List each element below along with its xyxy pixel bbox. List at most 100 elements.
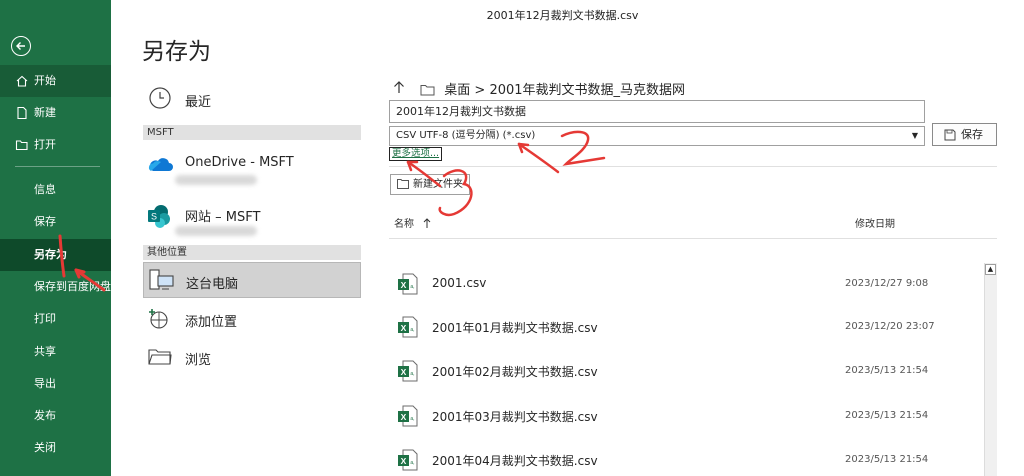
sidebar-item-home[interactable]: 开始 xyxy=(0,65,111,97)
location-this-pc[interactable]: 这台电脑 xyxy=(143,262,361,298)
new-folder-label: 新建文件夹 xyxy=(413,179,463,190)
svg-text:X: X xyxy=(401,456,407,466)
breadcrumb-folder-icon xyxy=(420,85,435,96)
location-browse[interactable]: 浏览 xyxy=(143,339,361,375)
file-list-scrollbar[interactable] xyxy=(984,263,997,476)
new-folder-button[interactable]: 新建文件夹 xyxy=(390,174,470,195)
location-onedrive[interactable]: OneDrive - MSFT xyxy=(143,145,361,191)
sort-ascending-icon xyxy=(423,218,431,228)
excel-csv-file-icon: Xa, xyxy=(398,360,418,382)
home-icon xyxy=(16,75,28,87)
clock-icon xyxy=(149,87,171,109)
sidebar-item-label: 信息 xyxy=(34,183,56,196)
blurred-account xyxy=(175,175,257,185)
sidebar-item-export[interactable]: 导出 xyxy=(0,368,111,400)
excel-csv-file-icon: Xa, xyxy=(398,273,418,295)
file-date: 2023/5/13 21:54 xyxy=(845,365,929,376)
list-item[interactable]: Xa, 2001年04月裁判文书数据.csv 2023/5/13 21:54 xyxy=(389,439,983,476)
annotation-arrow-2 xyxy=(517,142,560,174)
svg-text:X: X xyxy=(401,367,407,377)
svg-text:X: X xyxy=(401,412,407,422)
divider xyxy=(389,238,997,239)
svg-text:a,: a, xyxy=(410,371,414,377)
location-label: OneDrive - MSFT xyxy=(185,155,294,170)
save-icon xyxy=(944,129,956,141)
location-label: 最近 xyxy=(185,95,212,110)
location-recent[interactable]: 最近 xyxy=(143,81,361,117)
list-item[interactable]: Xa, 2001年01月裁判文书数据.csv 2023/12/20 23:07 xyxy=(389,306,983,346)
sidebar-item-label: 发布 xyxy=(34,409,56,422)
column-header-name[interactable]: 名称 xyxy=(394,215,431,230)
sidebar-item-share[interactable]: 共享 xyxy=(0,336,111,368)
more-options-link[interactable]: 更多选项... xyxy=(389,147,443,161)
sidebar-item-label: 打印 xyxy=(34,312,56,325)
sidebar-item-open[interactable]: 打开 xyxy=(0,129,111,161)
sidebar-item-save[interactable]: 保存 xyxy=(0,206,111,238)
location-add-place[interactable]: 添加位置 xyxy=(143,301,361,337)
file-name: 2001年02月裁判文书数据.csv xyxy=(432,365,598,379)
excel-csv-file-icon: Xa, xyxy=(398,405,418,427)
location-label: 添加位置 xyxy=(185,315,238,330)
file-name: 2001年01月裁判文书数据.csv xyxy=(432,321,598,335)
divider xyxy=(389,166,997,167)
list-item[interactable]: Xa, 2001年03月裁判文书数据.csv 2023/5/13 21:54 xyxy=(389,395,983,435)
computer-icon xyxy=(149,269,174,290)
sidebar-item-label: 共享 xyxy=(34,345,56,358)
sidebar-item-save-to-baidu[interactable]: 保存到百度网盘 xyxy=(0,271,111,303)
up-arrow-icon[interactable] xyxy=(392,81,406,94)
save-button[interactable]: 保存 xyxy=(932,123,997,146)
sidebar-item-label: 导出 xyxy=(34,377,56,390)
sidebar-item-close[interactable]: 关闭 xyxy=(0,432,111,464)
excel-csv-file-icon: Xa, xyxy=(398,316,418,338)
add-globe-icon xyxy=(149,309,168,329)
new-document-icon xyxy=(17,106,27,120)
location-sites[interactable]: S 网站 – MSFT xyxy=(143,196,361,242)
column-name-label: 名称 xyxy=(394,219,414,230)
filename-input[interactable]: 2001年12月裁判文书数据 xyxy=(389,100,925,123)
location-group-msft: MSFT xyxy=(143,125,361,140)
list-item[interactable]: Xa, 2001.csv 2023/12/27 9:08 xyxy=(389,263,983,303)
breadcrumb[interactable]: 桌面 > 2001年裁判文书数据_马克数据网 xyxy=(392,79,685,98)
sidebar-item-label: 开始 xyxy=(34,74,56,87)
sidebar-item-publish[interactable]: 发布 xyxy=(0,400,111,432)
svg-text:S: S xyxy=(151,212,157,222)
column-header-modified[interactable]: 修改日期 xyxy=(855,215,895,230)
scroll-up-arrow-icon[interactable]: ▲ xyxy=(985,264,996,275)
backstage-sidebar: 开始 新建 打开 信息 保存 另存为 保存到百度网盘 打印 共享 导出 发布 关… xyxy=(0,0,111,476)
svg-text:a,: a, xyxy=(410,327,414,333)
file-name: 2001年04月裁判文书数据.csv xyxy=(432,454,598,468)
file-date: 2023/5/13 21:54 xyxy=(845,410,929,421)
sidebar-item-label: 另存为 xyxy=(34,248,67,261)
new-folder-icon xyxy=(397,179,409,189)
breadcrumb-path[interactable]: 桌面 > 2001年裁判文书数据_马克数据网 xyxy=(444,83,685,98)
svg-text:X: X xyxy=(401,323,407,333)
open-folder-icon xyxy=(15,140,28,151)
svg-text:a,: a, xyxy=(410,284,414,290)
file-date: 2023/12/27 9:08 xyxy=(845,278,929,289)
back-arrow-icon xyxy=(16,42,25,50)
excel-csv-file-icon: Xa, xyxy=(398,449,418,471)
svg-text:a,: a, xyxy=(410,460,414,466)
location-label: 浏览 xyxy=(185,353,212,368)
svg-text:a,: a, xyxy=(410,416,414,422)
svg-text:X: X xyxy=(401,280,407,290)
location-group-other: 其他位置 xyxy=(143,245,361,260)
sharepoint-icon: S xyxy=(148,205,170,228)
blurred-account xyxy=(175,226,257,236)
sidebar-item-save-as[interactable]: 另存为 xyxy=(0,239,111,271)
sidebar-item-new[interactable]: 新建 xyxy=(0,97,111,129)
file-date: 2023/12/20 23:07 xyxy=(845,321,935,332)
sidebar-item-print[interactable]: 打印 xyxy=(0,303,111,335)
sidebar-item-info[interactable]: 信息 xyxy=(0,174,111,206)
back-button[interactable] xyxy=(11,36,31,56)
filetype-value: CSV UTF-8 (逗号分隔) (*.csv) xyxy=(396,130,536,141)
folder-icon xyxy=(148,349,172,365)
file-date: 2023/5/13 21:54 xyxy=(845,454,929,465)
filetype-select[interactable]: CSV UTF-8 (逗号分隔) (*.csv) ▼ xyxy=(389,126,925,146)
location-label: 这台电脑 xyxy=(186,277,239,292)
sidebar-item-label: 保存 xyxy=(34,215,56,228)
chevron-down-icon: ▼ xyxy=(911,131,918,140)
location-label: 网站 – MSFT xyxy=(185,210,261,225)
sidebar-item-label: 打开 xyxy=(34,138,56,151)
list-item[interactable]: Xa, 2001年02月裁判文书数据.csv 2023/5/13 21:54 xyxy=(389,350,983,390)
